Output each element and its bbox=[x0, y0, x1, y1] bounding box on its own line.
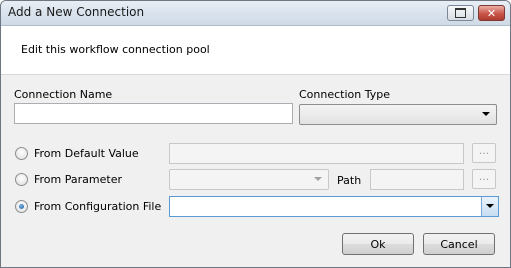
close-button[interactable]: ✕ bbox=[478, 5, 505, 21]
ok-button[interactable]: Ok bbox=[342, 233, 414, 255]
dialog-window: Add a New Connection ✕ Edit this workflo… bbox=[0, 0, 511, 268]
restore-button[interactable] bbox=[447, 5, 474, 21]
radio-parameter-label[interactable]: From Parameter bbox=[34, 173, 122, 186]
connection-name-label: Connection Name bbox=[14, 88, 113, 101]
radio-default-value[interactable] bbox=[15, 147, 28, 160]
parameter-select bbox=[169, 169, 329, 190]
connection-type-label: Connection Type bbox=[299, 88, 391, 101]
close-icon: ✕ bbox=[486, 6, 497, 20]
default-value-input bbox=[169, 143, 464, 164]
radio-default-value-label[interactable]: From Default Value bbox=[34, 147, 139, 160]
path-input bbox=[370, 169, 464, 190]
title-bar[interactable]: Add a New Connection ✕ bbox=[1, 1, 510, 26]
cancel-button[interactable]: Cancel bbox=[423, 233, 495, 255]
connection-name-input[interactable] bbox=[14, 103, 293, 124]
configuration-file-select[interactable] bbox=[169, 196, 499, 217]
default-value-browse-button: ... bbox=[472, 143, 496, 163]
header-description: Edit this workflow connection pool bbox=[21, 43, 210, 56]
connection-type-select[interactable] bbox=[299, 104, 497, 125]
window-title: Add a New Connection bbox=[8, 5, 145, 19]
path-label: Path bbox=[337, 174, 362, 187]
restore-icon bbox=[455, 8, 466, 18]
chevron-down-icon bbox=[482, 112, 490, 116]
radio-parameter[interactable] bbox=[15, 173, 28, 186]
radio-configuration-file[interactable] bbox=[15, 200, 28, 213]
configuration-file-dropdown-button[interactable] bbox=[481, 197, 498, 216]
header-panel: Edit this workflow connection pool bbox=[1, 26, 510, 75]
chevron-down-icon bbox=[486, 204, 494, 208]
chevron-down-icon bbox=[314, 177, 322, 181]
radio-configuration-file-label[interactable]: From Configuration File bbox=[34, 200, 161, 213]
path-browse-button: ... bbox=[472, 169, 496, 189]
